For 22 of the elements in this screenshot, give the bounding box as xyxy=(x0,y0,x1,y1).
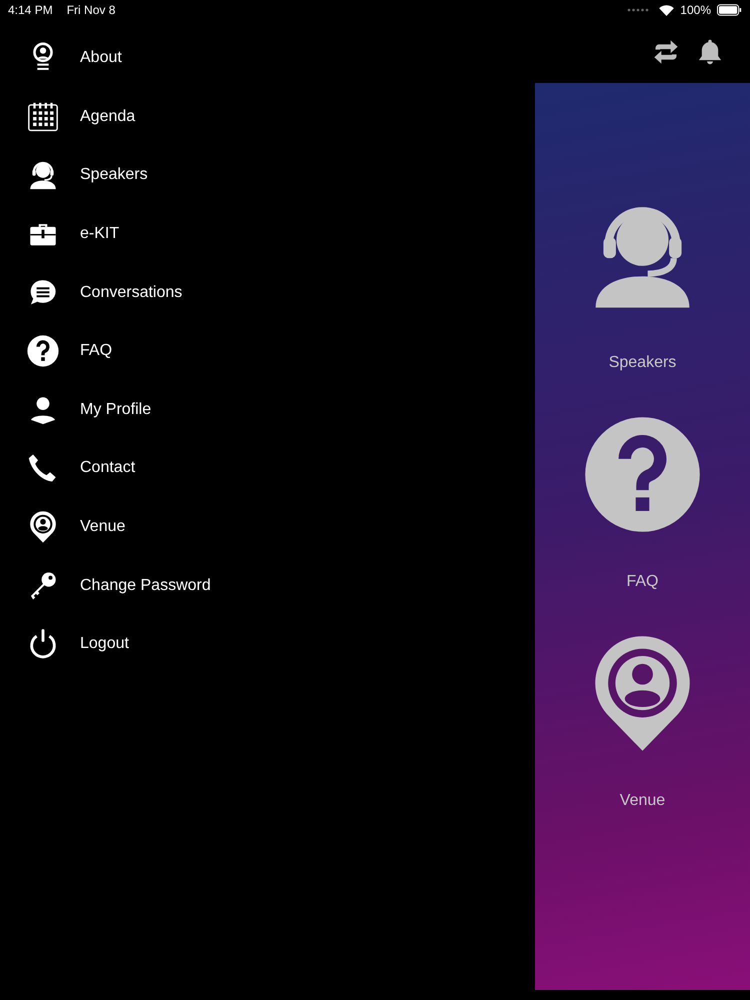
battery-icon xyxy=(717,4,742,16)
menu-item[interactable]: Logout xyxy=(0,614,535,674)
question-mark-icon xyxy=(26,334,60,368)
menu-item[interactable]: FAQ xyxy=(0,322,535,381)
menu-item[interactable]: e-KIT xyxy=(0,204,535,264)
tile-button[interactable]: Speakers xyxy=(580,193,705,372)
wifi-icon xyxy=(659,4,674,16)
menu-item[interactable]: Contact xyxy=(0,439,535,498)
status-time: 4:14 PM xyxy=(8,3,53,17)
menu-item[interactable]: Change Password xyxy=(0,556,535,615)
signal-dots-icon xyxy=(627,8,650,12)
tile-button[interactable]: Venue xyxy=(580,631,705,810)
menu-item[interactable]: Conversations xyxy=(0,263,535,322)
menu-item[interactable]: Venue xyxy=(0,498,535,556)
sync-icon[interactable] xyxy=(652,38,680,66)
menu-item[interactable]: About xyxy=(0,29,535,88)
menu-item[interactable]: Agenda xyxy=(0,88,535,146)
tile-button[interactable]: FAQ xyxy=(580,412,705,591)
menu-item[interactable]: Speakers xyxy=(0,146,535,205)
menu-item[interactable]: My Profile xyxy=(0,380,535,440)
status-date: Fri Nov 8 xyxy=(66,3,116,17)
battery-percent: 100% xyxy=(680,3,711,17)
